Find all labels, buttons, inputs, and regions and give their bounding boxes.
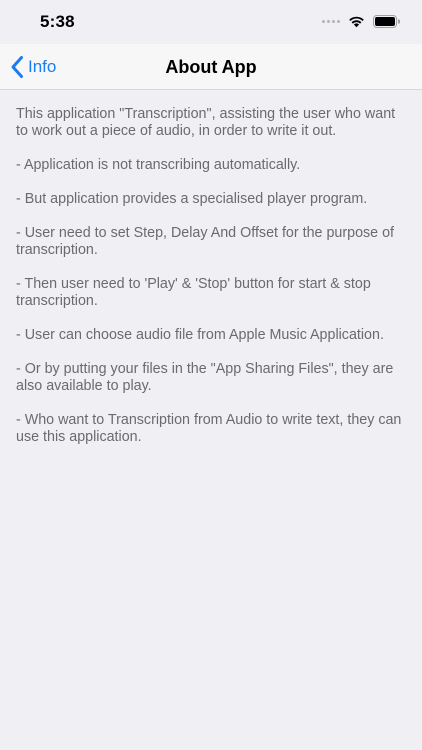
back-button-label: Info bbox=[28, 57, 57, 76]
status-time: 5:38 bbox=[40, 12, 75, 31]
signal-dots-icon bbox=[322, 20, 340, 23]
chevron-left-icon bbox=[11, 56, 23, 78]
about-text: This application "Transcription", assist… bbox=[16, 106, 408, 463]
back-button[interactable]: Info bbox=[10, 44, 56, 90]
paragraph-intro: This application "Transcription", assist… bbox=[16, 106, 396, 139]
status-bar: 5:38 bbox=[0, 0, 422, 44]
paragraph-file-sharing: - Or by putting your files in the "App S… bbox=[16, 361, 394, 394]
paragraph-player: - But application provides a specialised… bbox=[16, 191, 368, 207]
paragraph-not-automatic: - Application is not transcribing automa… bbox=[16, 157, 301, 173]
paragraph-apple-music: - User can choose audio file from Apple … bbox=[16, 327, 384, 343]
navigation-bar: Info About App bbox=[0, 44, 422, 90]
paragraph-audience: - Who want to Transcription from Audio t… bbox=[16, 412, 402, 445]
wifi-icon bbox=[349, 16, 364, 28]
paragraph-settings: - User need to set Step, Delay And Offse… bbox=[16, 225, 395, 258]
paragraph-play-stop: - Then user need to 'Play' & 'Stop' butt… bbox=[16, 276, 371, 309]
page-title: About App bbox=[165, 57, 257, 77]
status-icons bbox=[322, 15, 400, 28]
battery-icon bbox=[373, 15, 400, 28]
